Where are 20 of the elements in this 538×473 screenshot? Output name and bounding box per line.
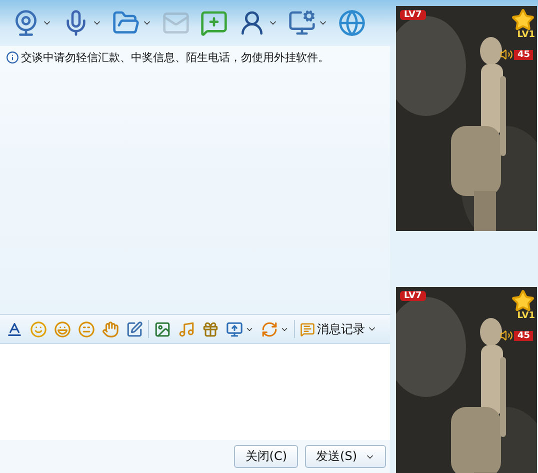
count-badge: 45 bbox=[514, 50, 533, 60]
hand-icon[interactable] bbox=[100, 318, 121, 340]
laughing-face-icon[interactable] bbox=[52, 318, 73, 340]
star-level: LV1 bbox=[517, 30, 535, 40]
message-history-icon bbox=[300, 322, 315, 336]
level-badge: LV7 bbox=[400, 291, 426, 301]
message-input[interactable] bbox=[0, 343, 390, 440]
info-icon bbox=[6, 51, 19, 64]
globe-icon[interactable] bbox=[336, 7, 368, 39]
star-icon bbox=[511, 289, 535, 313]
star-level: LV1 bbox=[517, 311, 535, 321]
speaker-icon bbox=[500, 48, 514, 61]
security-notice: 交谈中请勿轻信汇款、中奖信息、陌生电话，勿使用外挂软件。 bbox=[21, 50, 329, 65]
close-button[interactable]: 关闭(C) bbox=[234, 445, 298, 468]
count-badge: 45 bbox=[514, 330, 533, 340]
level-badge: LV7 bbox=[400, 10, 426, 20]
star-icon bbox=[511, 8, 535, 32]
speaker-icon bbox=[500, 329, 514, 342]
send-button[interactable]: 发送(S) bbox=[305, 445, 386, 468]
message-history-button[interactable]: 消息记录 bbox=[298, 320, 379, 338]
